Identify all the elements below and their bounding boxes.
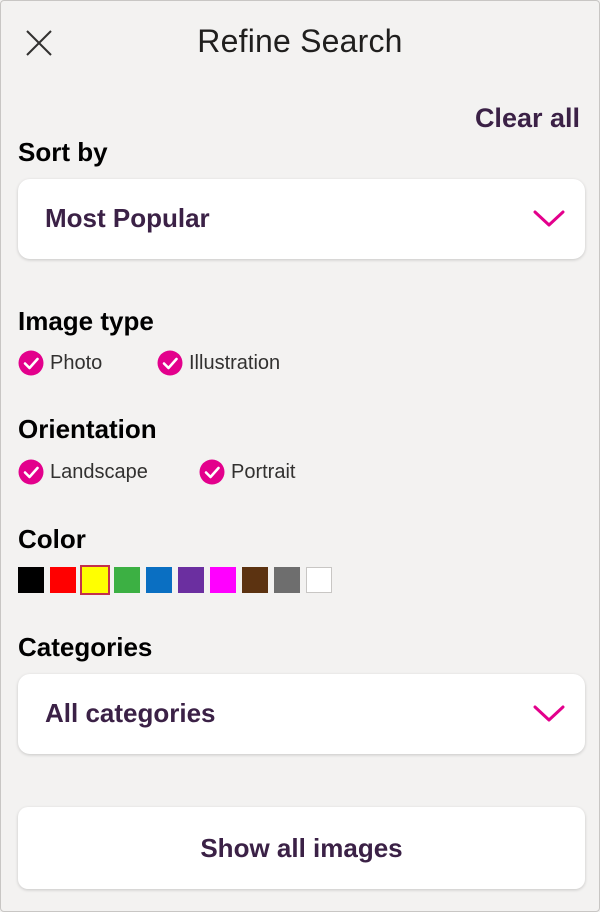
- landscape-checkbox[interactable]: Landscape: [18, 458, 148, 486]
- illustration-checkbox[interactable]: Illustration: [157, 349, 280, 377]
- color-swatch-blue[interactable]: [146, 567, 172, 593]
- chevron-down-icon: [533, 210, 565, 227]
- photo-label: Photo: [50, 351, 103, 374]
- chevron-down-icon: [533, 705, 565, 722]
- color-swatch-brown[interactable]: [242, 567, 268, 593]
- portrait-label: Portrait: [231, 460, 296, 483]
- orientation-options: Landscape Portrait: [18, 458, 338, 486]
- categories-value: All categories: [45, 698, 216, 728]
- landscape-label: Landscape: [50, 460, 148, 483]
- sort-by-label: Sort by: [18, 137, 108, 167]
- checkmark-circle-icon: [199, 459, 225, 485]
- color-swatch-purple[interactable]: [178, 567, 204, 593]
- color-swatch-magenta[interactable]: [210, 567, 236, 593]
- refine-search-panel: Refine Search Clear all Sort by Most Pop…: [0, 0, 600, 912]
- clear-all-link[interactable]: Clear all: [475, 103, 580, 134]
- image-type-label: Image type: [18, 306, 154, 336]
- sort-by-value: Most Popular: [45, 203, 210, 233]
- sort-by-dropdown[interactable]: Most Popular: [18, 179, 585, 259]
- color-swatch-yellow[interactable]: [80, 565, 110, 595]
- color-label: Color: [18, 524, 86, 554]
- checkmark-circle-icon: [18, 350, 44, 376]
- checkmark-circle-icon: [157, 350, 183, 376]
- color-swatches: [18, 565, 338, 595]
- portrait-checkbox[interactable]: Portrait: [199, 458, 295, 486]
- color-swatch-green[interactable]: [114, 567, 140, 593]
- color-swatch-red[interactable]: [50, 567, 76, 593]
- categories-dropdown[interactable]: All categories: [18, 674, 585, 754]
- page-title: Refine Search: [197, 23, 403, 59]
- checkmark-circle-icon: [18, 459, 44, 485]
- image-type-options: Photo Illustration: [18, 349, 338, 377]
- color-swatch-black[interactable]: [18, 567, 44, 593]
- color-swatch-gray[interactable]: [274, 567, 300, 593]
- show-all-images-button[interactable]: Show all images: [18, 807, 585, 889]
- orientation-label: Orientation: [18, 414, 157, 444]
- color-swatch-white[interactable]: [306, 567, 332, 593]
- categories-label: Categories: [18, 632, 153, 662]
- illustration-label: Illustration: [189, 351, 281, 374]
- photo-checkbox[interactable]: Photo: [18, 349, 102, 377]
